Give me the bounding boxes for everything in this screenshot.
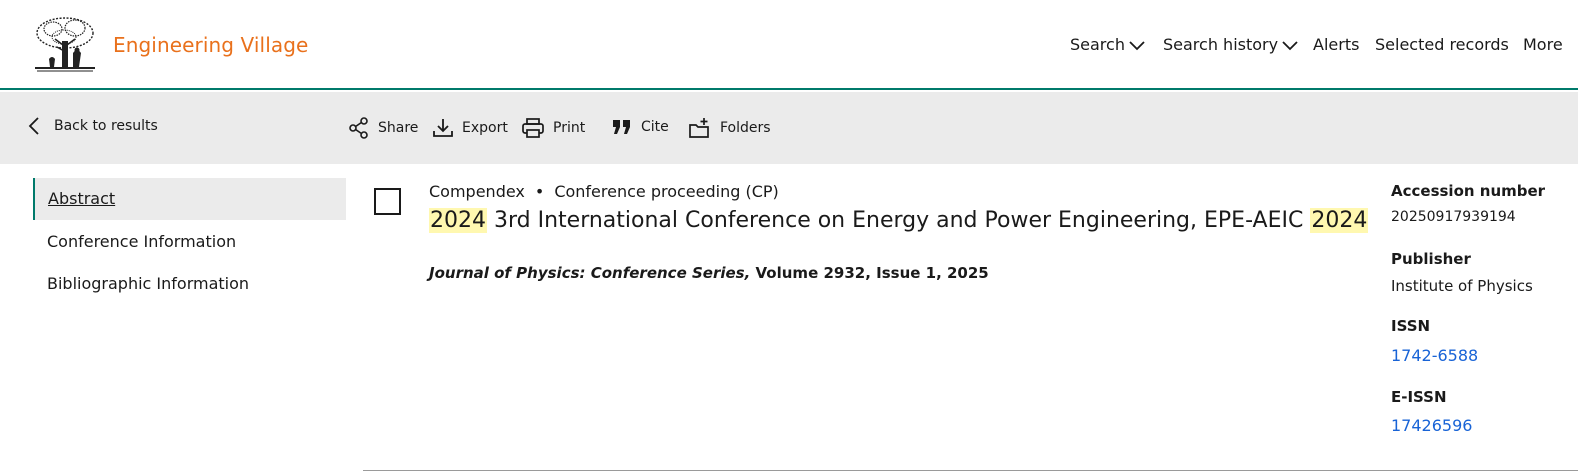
share-label: Share <box>378 120 419 136</box>
folders-label: Folders <box>720 120 771 136</box>
nav-search-label: Search <box>1070 35 1125 54</box>
accession-number-label: Accession number <box>1391 182 1546 200</box>
publisher-label: Publisher <box>1391 250 1471 268</box>
record-title: 2024 3rd International Conference on Ene… <box>429 204 1369 238</box>
chevron-down-icon <box>1282 40 1298 50</box>
select-record-checkbox[interactable] <box>374 188 401 215</box>
meta-separator: • <box>534 182 545 201</box>
section-nav-abstract[interactable]: Abstract <box>33 178 346 220</box>
chevron-down-icon <box>1129 40 1145 50</box>
journal-name: Journal of Physics: Conference Series, <box>429 264 751 282</box>
folder-add-icon <box>689 118 709 138</box>
publisher-value: Institute of Physics <box>1391 277 1533 295</box>
title-middle: 3rd International Conference on Energy a… <box>487 208 1311 233</box>
section-nav-conference-information[interactable]: Conference Information <box>33 221 346 263</box>
top-header: Engineering Village Search Search histor… <box>0 0 1578 90</box>
content-divider <box>363 470 1578 471</box>
back-to-results-link[interactable]: Back to results <box>28 117 158 135</box>
record-toolbar: Back to results Share Export Print Cite … <box>0 92 1578 164</box>
database-name: Compendex <box>429 182 525 201</box>
brand-name[interactable]: Engineering Village <box>113 33 308 57</box>
share-button[interactable]: Share <box>348 117 418 139</box>
nav-search-history[interactable]: Search history <box>1163 35 1298 54</box>
nav-selected-records[interactable]: Selected records <box>1375 35 1509 54</box>
issn-link[interactable]: 1742-6588 <box>1391 346 1478 365</box>
record-meta: Compendex • Conference proceeding (CP) <box>429 182 779 201</box>
share-icon <box>349 117 368 139</box>
nav-alerts[interactable]: Alerts <box>1313 35 1359 54</box>
export-button[interactable]: Export <box>432 117 508 139</box>
eissn-label: E-ISSN <box>1391 388 1447 406</box>
title-highlight-2: 2024 <box>1310 208 1369 233</box>
document-type: Conference proceeding (CP) <box>554 182 779 201</box>
title-highlight-1: 2024 <box>429 208 487 233</box>
download-icon <box>433 119 453 137</box>
journal-details: Volume 2932, Issue 1, 2025 <box>750 264 989 282</box>
nav-more[interactable]: More <box>1523 35 1563 54</box>
print-label: Print <box>553 120 586 136</box>
quote-icon <box>613 120 630 134</box>
cite-button[interactable]: Cite <box>611 117 669 137</box>
eissn-link[interactable]: 17426596 <box>1391 416 1472 435</box>
source-citation: Journal of Physics: Conference Series, V… <box>429 264 989 282</box>
section-nav-bibliographic-information[interactable]: Bibliographic Information <box>33 263 346 305</box>
back-to-results-label: Back to results <box>54 118 158 134</box>
nav-search[interactable]: Search <box>1070 35 1145 54</box>
accession-number-value: 20250917939194 <box>1391 209 1516 225</box>
print-icon <box>522 118 544 138</box>
chevron-left-icon <box>28 117 39 135</box>
issn-label: ISSN <box>1391 317 1431 335</box>
folders-button[interactable]: Folders <box>688 117 771 139</box>
print-button[interactable]: Print <box>521 117 585 139</box>
nav-search-history-label: Search history <box>1163 35 1279 54</box>
elsevier-tree-logo-icon[interactable] <box>33 15 97 73</box>
export-label: Export <box>462 120 508 136</box>
cite-label: Cite <box>641 119 669 135</box>
